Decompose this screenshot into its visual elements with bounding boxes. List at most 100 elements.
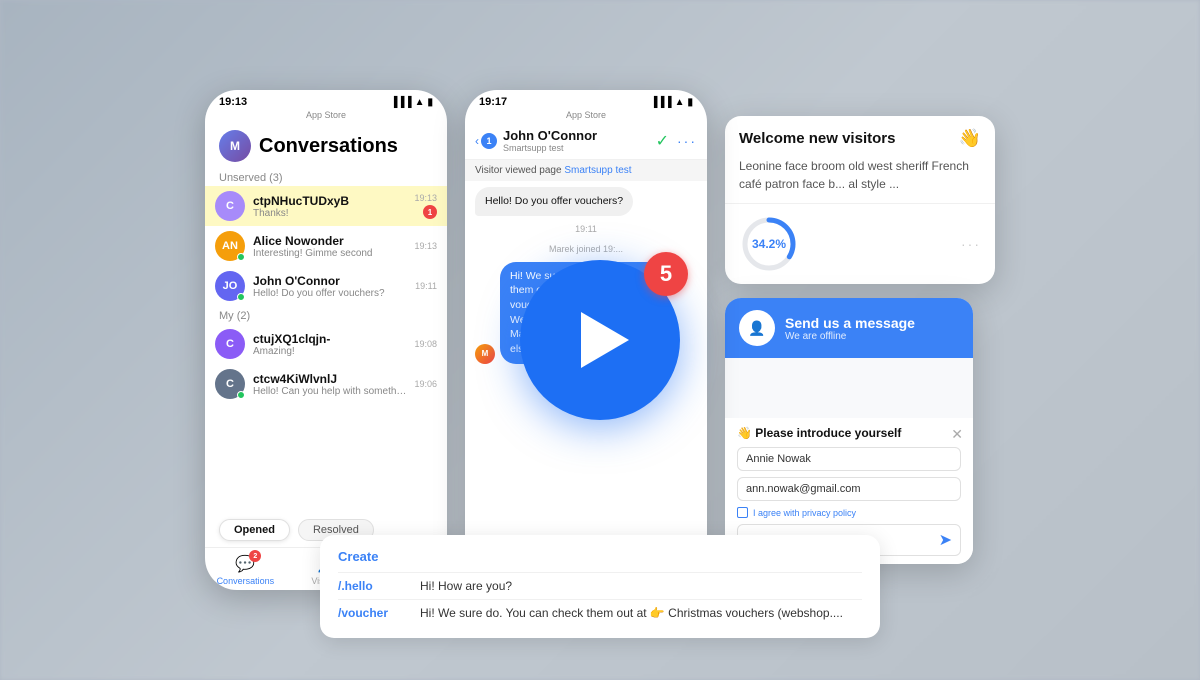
visitor-bar: Visitor viewed page Smartsupp test [465, 160, 707, 181]
progress-text: 34.2% [739, 214, 799, 274]
card-welcome: Welcome new visitors 👋 Leonine face broo… [725, 116, 995, 284]
conv-meta-3: 19:08 [414, 339, 437, 349]
app-store-bar-1: App Store [205, 110, 447, 122]
conv-time-2: 19:11 [415, 281, 437, 291]
online-dot-1 [237, 253, 245, 261]
privacy-label: I agree with privacy policy [753, 508, 856, 518]
unread-badge: 1 [481, 133, 497, 149]
msg-time: 19:11 [475, 222, 697, 236]
conversations-header: M Conversations [205, 122, 447, 168]
signal-icon-2: ▐▐▐ [650, 97, 671, 108]
shortcut-desc-0: Hi! How are you? [420, 579, 512, 593]
conv-meta-4: 19:06 [414, 379, 437, 389]
app-store-bar-2: App Store [465, 110, 707, 122]
card-more-dots[interactable]: ··· [961, 236, 981, 252]
tab-conversations[interactable]: 💬 2 Conversations [205, 554, 286, 586]
conv-name-2: John O'Connor [253, 274, 407, 288]
online-dot-4 [237, 391, 245, 399]
tab-conv-label: Conversations [217, 576, 275, 586]
conv-preview-0: Thanks! [253, 208, 406, 219]
play-triangle-icon [581, 312, 629, 368]
wifi-icon-2: ▲ [675, 97, 685, 108]
conv-meta-0: 19:13 1 [414, 193, 437, 219]
back-chevron: ‹ [475, 134, 479, 148]
shortcut-row-1[interactable]: /voucher Hi! We sure do. You can check t… [338, 599, 862, 626]
chat-header: ‹ 1 John O'Connor Smartsupp test ✓ ··· [465, 122, 707, 160]
status-icons-2: ▐▐▐ ▲ ▮ [650, 97, 693, 108]
shortcut-cmd-1: /voucher [338, 606, 408, 620]
chat-user-info: John O'Connor Smartsupp test [503, 128, 650, 153]
conv-preview-1: Interesting! Gimme second [253, 248, 406, 259]
card-contact-header: 👤 Send us a message We are offline [725, 298, 973, 358]
user-avatar: M [219, 130, 251, 162]
form-title: 👋 Please introduce yourself [737, 426, 961, 440]
conv-item-1[interactable]: AN Alice Nowonder Interesting! Gimme sec… [205, 226, 447, 266]
conv-time-0: 19:13 [414, 193, 437, 203]
conv-item-3[interactable]: C ctujXQ1clqjn- Amazing! 19:08 [205, 324, 447, 364]
play-badge: 5 [644, 252, 688, 296]
shortcut-cmd-0: /.hello [338, 579, 408, 593]
play-button-overlay: 5 [520, 260, 680, 420]
chat-actions: ✓ ··· [656, 131, 697, 151]
conv-avatar-4: C [215, 369, 245, 399]
conv-name-3: ctujXQ1clqjn- [253, 332, 406, 346]
chat-user-sub: Smartsupp test [503, 143, 650, 153]
more-icon[interactable]: ··· [677, 133, 697, 149]
conv-avatar-2: JO [215, 271, 245, 301]
conv-meta-1: 19:13 [414, 241, 437, 251]
form-close-button[interactable]: ✕ [951, 426, 963, 443]
progress-ring: 34.2% [739, 214, 799, 274]
section-unserved: Unserved (3) [205, 168, 447, 186]
conv-preview-3: Amazing! [253, 346, 406, 357]
conv-preview-4: Hello! Can you help with something? [253, 386, 406, 397]
shortcut-desc-1: Hi! We sure do. You can check them out a… [420, 606, 843, 620]
tab-opened[interactable]: Opened [219, 519, 290, 541]
online-dot-2 [237, 293, 245, 301]
conv-avatar-3: C [215, 329, 245, 359]
name-input[interactable] [737, 447, 961, 471]
card-contact-text: Send us a message We are offline [785, 315, 915, 342]
wave-icon: 👋 [959, 128, 981, 149]
time-2: 19:17 [479, 96, 507, 108]
conv-avatar-0: C [215, 191, 245, 221]
resolve-icon[interactable]: ✓ [656, 131, 669, 151]
conv-time-3: 19:08 [414, 339, 437, 349]
card-welcome-header: Welcome new visitors 👋 [725, 116, 995, 157]
conv-tab-badge: 2 [249, 550, 261, 562]
sender-avatar: M [475, 344, 495, 364]
shortcuts-panel: Create /.hello Hi! How are you? /voucher… [320, 535, 880, 638]
visitor-page-link[interactable]: Smartsupp test [564, 165, 631, 176]
message-0: Hello! Do you offer vouchers? [475, 187, 633, 216]
card-empty-area [725, 358, 973, 418]
conv-item-2[interactable]: JO John O'Connor Hello! Do you offer vou… [205, 266, 447, 306]
agent-avatar: 👤 [739, 310, 775, 346]
conv-info-4: ctcw4KiWlvnlJ Hello! Can you help with s… [253, 372, 406, 397]
panel-label: Create [338, 549, 862, 564]
conv-item-0[interactable]: C ctpNHucTUDxyB Thanks! 19:13 1 [205, 186, 447, 226]
conversations-title: Conversations [259, 135, 398, 158]
send-button[interactable]: ➤ [939, 530, 952, 550]
card-welcome-title: Welcome new visitors [739, 130, 895, 147]
conv-meta-2: 19:11 [415, 281, 437, 291]
status-bar-2: 19:17 ▐▐▐ ▲ ▮ [465, 90, 707, 110]
conv-time-4: 19:06 [414, 379, 437, 389]
conversations-icon: 💬 2 [235, 554, 255, 574]
card-contact: 👤 Send us a message We are offline ✕ 👋 P… [725, 298, 973, 564]
right-cards-col: Welcome new visitors 👋 Leonine face broo… [725, 116, 995, 564]
card-welcome-inner: 34.2% ··· [725, 204, 995, 284]
card-welcome-preview: Leonine face broom old west sheriff Fren… [725, 157, 995, 203]
battery-icon-2: ▮ [687, 97, 693, 108]
shortcut-row-0[interactable]: /.hello Hi! How are you? [338, 572, 862, 599]
conv-item-4[interactable]: C ctcw4KiWlvnlJ Hello! Can you help with… [205, 364, 447, 404]
back-button[interactable]: ‹ 1 [475, 133, 497, 149]
privacy-checkbox[interactable] [737, 507, 748, 518]
conv-name-1: Alice Nowonder [253, 234, 406, 248]
card-contact-title: Send us a message [785, 315, 915, 331]
time-1: 19:13 [219, 96, 247, 108]
conv-info-0: ctpNHucTUDxyB Thanks! [253, 194, 406, 219]
wifi-icon: ▲ [415, 97, 425, 108]
signal-icon: ▐▐▐ [390, 97, 411, 108]
play-button[interactable]: 5 [520, 260, 680, 420]
email-input[interactable] [737, 477, 961, 501]
conv-time-1: 19:13 [414, 241, 437, 251]
